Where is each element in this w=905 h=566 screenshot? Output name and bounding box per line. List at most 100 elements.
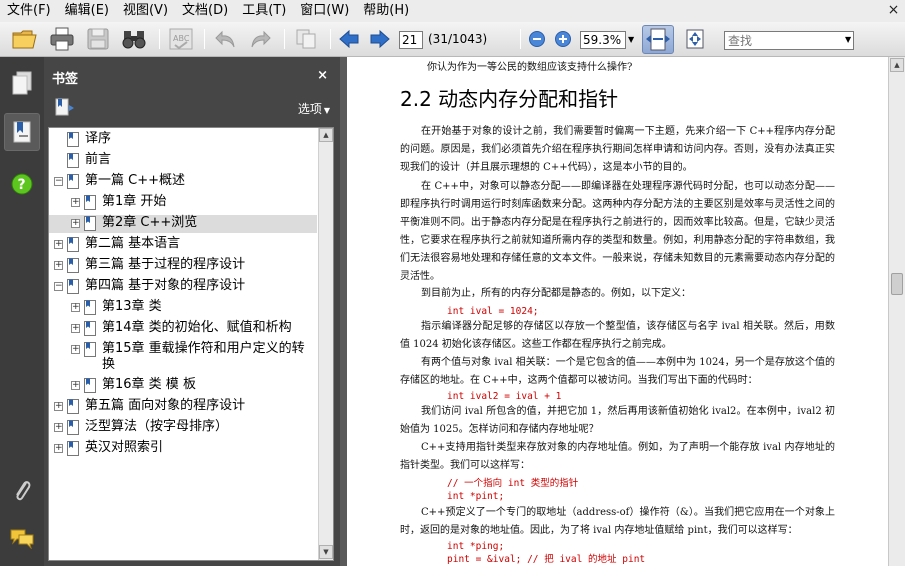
bookmarks-icon[interactable]: [4, 113, 40, 151]
menu-view[interactable]: 视图(V): [116, 0, 175, 22]
expand-icon[interactable]: +: [71, 381, 80, 390]
navigation-rail: ?: [0, 57, 44, 566]
bookmark-item[interactable]: + 第14章 类的初始化、赋值和析构: [49, 320, 317, 338]
scroll-up-icon[interactable]: ▲: [319, 128, 333, 142]
bookmark-label: 第13章 类: [102, 299, 162, 314]
document-scrollbar[interactable]: ▲: [888, 57, 905, 566]
fit-width-button[interactable]: [642, 25, 674, 54]
prev-page-icon[interactable]: [336, 26, 362, 52]
print-icon[interactable]: [47, 26, 77, 52]
bookmark-label: 第1章 开始: [102, 194, 167, 209]
zoom-in-icon[interactable]: [553, 26, 573, 52]
bookmark-item[interactable]: + 第五篇 面向对象的程序设计: [49, 398, 317, 416]
close-icon[interactable]: ×: [317, 68, 328, 83]
bookmark-item[interactable]: + 第1章 开始: [49, 194, 317, 212]
pages-icon[interactable]: [4, 64, 40, 102]
bookmark-page-icon: [84, 195, 96, 210]
expand-icon[interactable]: +: [71, 219, 80, 228]
bookmark-page-icon: [67, 237, 79, 252]
bookmark-item[interactable]: + 第三篇 基于过程的程序设计: [49, 257, 317, 275]
expand-icon[interactable]: +: [54, 402, 63, 411]
bookmark-page-icon: [84, 342, 96, 357]
bookmark-label: 英汉对照索引: [85, 440, 164, 455]
doc-paragraph: 在开始基于对象的设计之前，我们需要暂时偏离一下主题，先来介绍一下 C++程序内存…: [400, 126, 835, 173]
bookmark-label: 第16章 类 模 板: [102, 377, 196, 392]
expand-icon[interactable]: +: [54, 444, 63, 453]
menu-document[interactable]: 文档(D): [175, 0, 235, 22]
bookmark-item[interactable]: + 第2章 C++浏览: [49, 215, 317, 233]
collapse-icon[interactable]: −: [54, 177, 63, 186]
bookmark-item[interactable]: + 英汉对照索引: [49, 440, 317, 458]
doc-top-line: 你认为作为一等公民的数组应该支持什么操作?: [427, 62, 633, 73]
scroll-down-icon[interactable]: ▼: [319, 545, 333, 559]
help-icon[interactable]: ?: [4, 165, 40, 203]
bookmark-item[interactable]: + 第二篇 基本语言: [49, 236, 317, 254]
bookmark-page-icon: [67, 279, 79, 294]
bookmark-label: 译序: [85, 131, 112, 146]
scroll-thumb[interactable]: [891, 273, 903, 295]
close-document-icon[interactable]: ×: [886, 3, 901, 18]
zoom-out-icon[interactable]: [527, 26, 547, 52]
svg-text:ABC: ABC: [173, 34, 190, 43]
bookmark-page-icon: [67, 420, 79, 435]
spellcheck-icon[interactable]: ABC: [166, 26, 196, 52]
doc-paragraph: C++支持用指针类型来存放对象的内存地址值。例如，为了声明一个能存放 ival …: [400, 442, 835, 471]
menu-window[interactable]: 窗口(W): [293, 0, 356, 22]
panel-splitter[interactable]: [340, 57, 347, 566]
menu-edit[interactable]: 编辑(E): [58, 0, 116, 22]
copy-icon[interactable]: [292, 26, 320, 52]
bookmark-page-icon: [67, 132, 79, 147]
attachment-icon[interactable]: [4, 471, 40, 509]
menu-tools[interactable]: 工具(T): [235, 0, 293, 22]
bookmark-item[interactable]: + 第15章 重载操作符和用户定义的转换: [49, 341, 317, 377]
bookmark-item[interactable]: 译序: [49, 131, 317, 149]
find-binoculars-icon[interactable]: [119, 26, 149, 52]
section-heading: 2.2 动态内存分配和指针: [400, 87, 619, 111]
expand-icon[interactable]: +: [54, 261, 63, 270]
next-page-icon[interactable]: [367, 26, 393, 52]
bookmark-scrollbar[interactable]: ▲ ▼: [318, 128, 333, 560]
options-menu[interactable]: 选项 ▼: [298, 100, 330, 117]
page-count: (31/1043): [428, 32, 488, 46]
redo-icon[interactable]: [248, 26, 274, 52]
bookmark-label: 泛型算法（按字母排序）: [85, 419, 229, 434]
expand-icon[interactable]: +: [54, 240, 63, 249]
scroll-up-icon[interactable]: ▲: [890, 58, 904, 72]
expand-icon[interactable]: +: [71, 303, 80, 312]
open-folder-icon[interactable]: [10, 26, 40, 52]
zoom-dropdown-chevron-icon[interactable]: ▼: [628, 35, 634, 44]
menu-help[interactable]: 帮助(H): [356, 0, 416, 22]
zoom-select[interactable]: 59.3%: [580, 31, 626, 49]
search-input[interactable]: [725, 33, 853, 48]
expand-icon[interactable]: +: [71, 198, 80, 207]
bookmark-item[interactable]: 前言: [49, 152, 317, 170]
doc-paragraph: 到目前为止，所有的内存分配都是静态的。例如，以下定义：: [421, 288, 691, 299]
menu-bar: 文件(F) 编辑(E) 视图(V) 文档(D) 工具(T) 窗口(W) 帮助(H…: [0, 0, 905, 22]
page-number-input[interactable]: [399, 31, 423, 49]
expand-icon[interactable]: +: [54, 423, 63, 432]
code-line: pint = &ival; // 把 ival 的地址 pint: [447, 554, 646, 565]
save-icon[interactable]: [84, 26, 112, 52]
undo-icon[interactable]: [212, 26, 238, 52]
search-dropdown-chevron-icon[interactable]: ▼: [845, 35, 851, 44]
collapse-icon[interactable]: −: [54, 282, 63, 291]
bookmark-item[interactable]: − 第四篇 基于对象的程序设计: [49, 278, 317, 296]
fit-page-icon[interactable]: [680, 26, 710, 52]
bookmark-item[interactable]: + 第16章 类 模 板: [49, 377, 317, 395]
bookmark-item[interactable]: − 第一篇 C++概述: [49, 173, 317, 191]
bookmark-label: 第2章 C++浏览: [102, 215, 198, 230]
expand-icon[interactable]: +: [71, 324, 80, 333]
bookmark-page-icon: [67, 174, 79, 189]
code-line: int ival = 1024;: [447, 306, 539, 317]
comments-icon[interactable]: [4, 519, 40, 557]
bookmark-item[interactable]: + 第13章 类: [49, 299, 317, 317]
new-bookmark-icon[interactable]: [54, 97, 76, 117]
menu-file[interactable]: 文件(F): [0, 0, 58, 22]
expand-icon[interactable]: +: [71, 345, 80, 354]
bookmark-page-icon: [84, 378, 96, 393]
bookmark-page-icon: [67, 399, 79, 414]
bookmark-item[interactable]: + 泛型算法（按字母排序）: [49, 419, 317, 437]
options-label: 选项: [297, 102, 322, 116]
bookmark-page-icon: [67, 258, 79, 273]
bookmarks-panel: 书签 × 选项 ▼ 译序 前言 − 第一篇 C++概述 + 第1章 开始 + 第2章 C++浏览…: [44, 57, 340, 566]
